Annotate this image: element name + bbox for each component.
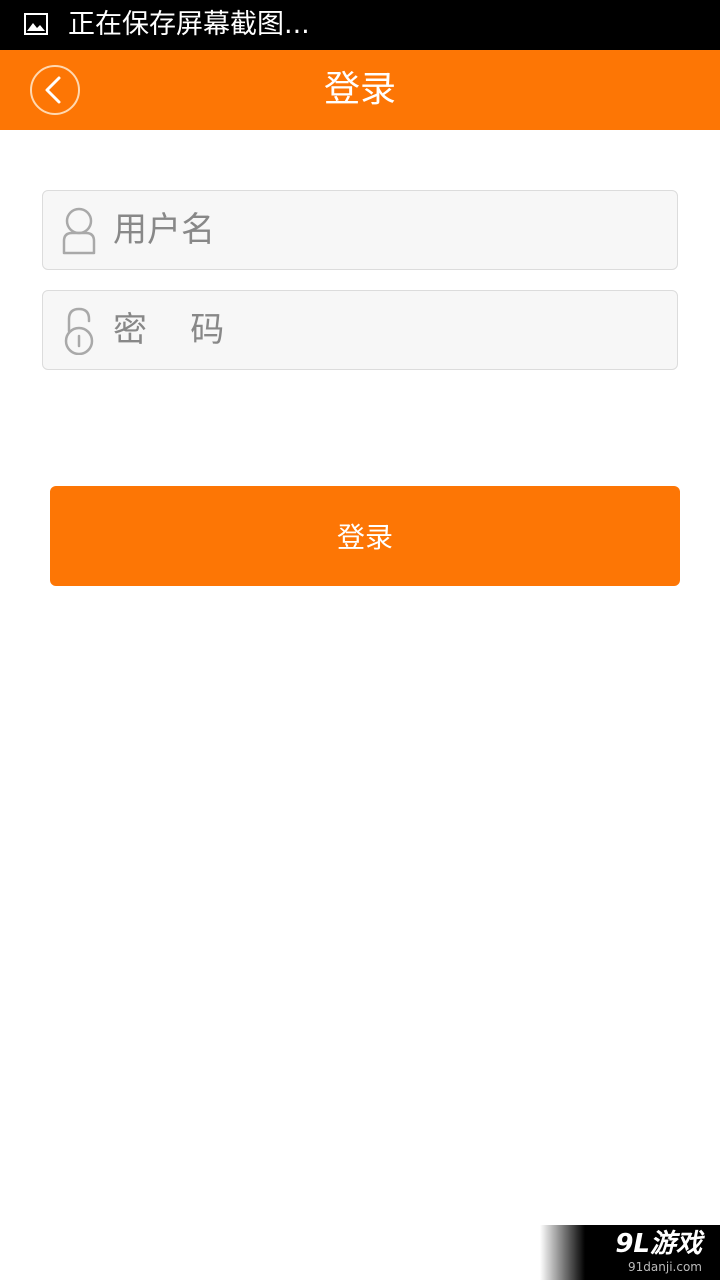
user-icon (61, 207, 97, 255)
watermark-logo-text: 9L游戏 (615, 1229, 702, 1259)
password-field[interactable] (42, 290, 678, 370)
password-input[interactable] (113, 291, 663, 369)
image-icon (24, 13, 48, 35)
watermark-url: 91danji.com (628, 1260, 702, 1274)
status-text: 正在保存屏幕截图... (68, 9, 310, 40)
unlock-icon (61, 307, 97, 356)
username-field[interactable] (42, 190, 678, 270)
back-button[interactable] (30, 65, 80, 115)
app-header: 登录 (0, 50, 720, 130)
login-button[interactable]: 登录 (50, 486, 680, 586)
status-bar: 正在保存屏幕截图... (0, 0, 720, 50)
username-input[interactable] (113, 191, 663, 269)
watermark: 9L游戏 91danji.com (540, 1225, 720, 1280)
page-title: 登录 (323, 69, 396, 110)
